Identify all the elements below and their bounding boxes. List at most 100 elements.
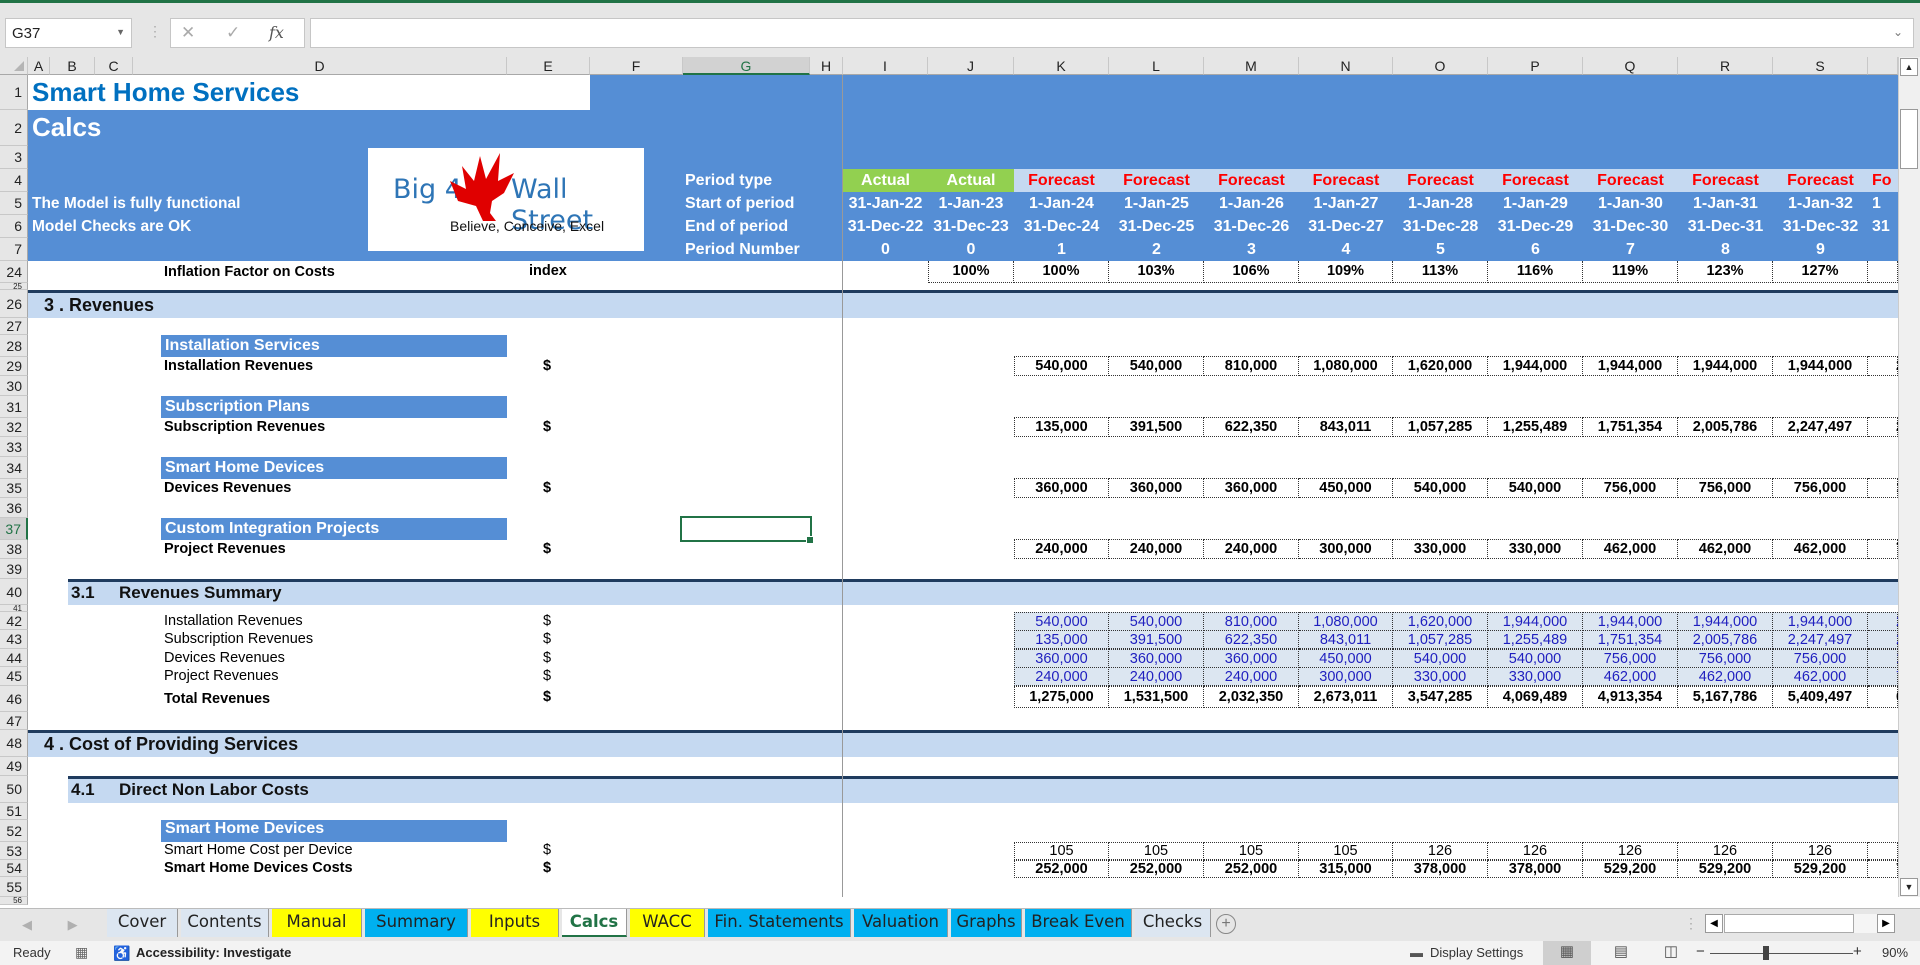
total-revenues-cell[interactable]: 3,547,285 bbox=[1393, 686, 1488, 708]
revenue-value-cell[interactable]: 1,080,000 bbox=[1299, 356, 1393, 376]
cost-value-cell[interactable]: 378,000 bbox=[1393, 860, 1488, 878]
sheet-nav-arrows-icon[interactable]: ◀ ▶ bbox=[22, 917, 94, 933]
column-header-i[interactable]: I bbox=[843, 57, 928, 75]
cost-value-cell[interactable]: 7 bbox=[1868, 860, 1904, 878]
revenue-value-cell[interactable]: 450,000 bbox=[1299, 478, 1393, 498]
cost-value-cell[interactable]: 252,000 bbox=[1109, 860, 1204, 878]
column-header-q[interactable]: Q bbox=[1583, 57, 1678, 75]
row-header-31[interactable]: 31 bbox=[0, 396, 28, 418]
summary-value-cell[interactable]: 240,000 bbox=[1204, 667, 1299, 686]
scroll-up-icon[interactable]: ▲ bbox=[1900, 58, 1918, 76]
row-header-46[interactable]: 46 bbox=[0, 686, 28, 712]
cancel-icon[interactable]: ✕ bbox=[181, 23, 195, 43]
row-header-53[interactable]: 53 bbox=[0, 842, 28, 860]
row-header-38[interactable]: 38 bbox=[0, 540, 28, 559]
revenue-value-cell[interactable]: 462,000 bbox=[1583, 539, 1678, 559]
revenue-value-cell[interactable]: 540,000 bbox=[1393, 478, 1488, 498]
sheet-tab-break-even[interactable]: Break Even bbox=[1025, 909, 1132, 937]
revenue-value-cell[interactable]: 540,000 bbox=[1488, 478, 1583, 498]
scroll-down-icon[interactable]: ▼ bbox=[1900, 878, 1918, 896]
revenue-value-cell[interactable]: 540,000 bbox=[1014, 356, 1109, 376]
revenue-value-cell[interactable]: 330,000 bbox=[1393, 539, 1488, 559]
revenue-value-cell[interactable]: 843,011 bbox=[1299, 417, 1393, 437]
revenue-value-cell[interactable]: 462,000 bbox=[1773, 539, 1868, 559]
revenue-value-cell[interactable]: 1,944,000 bbox=[1773, 356, 1868, 376]
total-revenues-cell[interactable]: 6 bbox=[1868, 686, 1904, 708]
sheet-tab-summary[interactable]: Summary bbox=[365, 909, 468, 937]
revenue-value-cell[interactable]: 622,350 bbox=[1204, 417, 1299, 437]
select-all-button[interactable] bbox=[0, 57, 28, 75]
row-header-54[interactable]: 54 bbox=[0, 860, 28, 877]
revenue-value-cell[interactable]: 2,005,786 bbox=[1678, 417, 1773, 437]
row-header-41[interactable]: 41 bbox=[0, 605, 28, 612]
summary-value-cell[interactable]: 1,944,000 bbox=[1678, 612, 1773, 631]
row-header-24[interactable]: 24 bbox=[0, 261, 28, 283]
summary-value-cell[interactable]: 810,000 bbox=[1204, 612, 1299, 631]
row-header-29[interactable]: 29 bbox=[0, 357, 28, 376]
scroll-left-icon[interactable]: ◀ bbox=[1705, 914, 1723, 933]
revenue-value-cell[interactable]: 2, bbox=[1868, 417, 1908, 437]
column-header-h[interactable]: H bbox=[810, 57, 843, 75]
row-header-43[interactable]: 43 bbox=[0, 630, 28, 649]
zoom-in-button[interactable]: + bbox=[1853, 943, 1862, 960]
sheet-tab-checks[interactable]: Checks bbox=[1135, 909, 1211, 937]
sheet-tab-fin-statements[interactable]: Fin. Statements bbox=[708, 909, 851, 937]
cost-value-cell[interactable] bbox=[1868, 842, 1898, 860]
summary-value-cell[interactable]: 1,944,000 bbox=[1583, 612, 1678, 631]
sheet-tab-manual[interactable]: Manual bbox=[272, 909, 362, 937]
cost-value-cell[interactable]: 315,000 bbox=[1299, 860, 1393, 878]
scroll-right-icon[interactable]: ▶ bbox=[1877, 914, 1895, 933]
revenue-value-cell[interactable]: 756,000 bbox=[1583, 478, 1678, 498]
row-header-44[interactable]: 44 bbox=[0, 649, 28, 667]
summary-value-cell[interactable]: 756,000 bbox=[1773, 649, 1868, 668]
summary-value-cell[interactable]: 540,000 bbox=[1109, 612, 1204, 631]
summary-value-cell[interactable]: 756,000 bbox=[1678, 649, 1773, 668]
summary-value-cell[interactable]: 1,080,000 bbox=[1299, 612, 1393, 631]
summary-value-cell[interactable]: 360,000 bbox=[1109, 649, 1204, 668]
column-header-l[interactable]: L bbox=[1109, 57, 1204, 75]
expand-formula-bar-icon[interactable]: ⌄ bbox=[1893, 25, 1903, 39]
vertical-scrollbar[interactable]: ▲ ▼ bbox=[1898, 57, 1920, 897]
summary-value-cell[interactable]: 1,057,285 bbox=[1393, 630, 1488, 649]
revenue-value-cell[interactable]: 240,000 bbox=[1109, 539, 1204, 559]
column-header-r[interactable]: R bbox=[1678, 57, 1773, 75]
summary-value-cell[interactable]: 540,000 bbox=[1014, 612, 1109, 631]
total-revenues-cell[interactable]: 4,913,354 bbox=[1583, 686, 1678, 708]
cost-value-cell[interactable]: 529,200 bbox=[1583, 860, 1678, 878]
revenue-value-cell[interactable]: 330,000 bbox=[1488, 539, 1583, 559]
summary-value-cell[interactable]: 360,000 bbox=[1014, 649, 1109, 668]
row-header-37[interactable]: 37 bbox=[0, 518, 28, 540]
total-revenues-cell[interactable]: 1,275,000 bbox=[1014, 686, 1109, 708]
summary-value-cell[interactable]: 622,350 bbox=[1204, 630, 1299, 649]
row-header-42[interactable]: 42 bbox=[0, 612, 28, 630]
column-header-f[interactable]: F bbox=[590, 57, 683, 75]
row-header-39[interactable]: 39 bbox=[0, 559, 28, 579]
revenue-value-cell[interactable]: 2,247,497 bbox=[1773, 417, 1868, 437]
revenue-value-cell[interactable]: 1, bbox=[1868, 478, 1908, 498]
revenue-value-cell[interactable]: 756,000 bbox=[1773, 478, 1868, 498]
summary-value-cell[interactable]: 540,000 bbox=[1393, 649, 1488, 668]
revenue-value-cell[interactable]: 756,000 bbox=[1678, 478, 1773, 498]
summary-value-cell[interactable]: 843,011 bbox=[1299, 630, 1393, 649]
row-header-25[interactable]: 25 bbox=[0, 283, 28, 290]
horizontal-scrollbar[interactable]: ◀ ▶ bbox=[1705, 914, 1895, 933]
row-header-6[interactable]: 6 bbox=[0, 215, 28, 238]
revenue-value-cell[interactable]: 540,000 bbox=[1109, 356, 1204, 376]
revenue-value-cell[interactable]: 360,000 bbox=[1204, 478, 1299, 498]
revenue-value-cell[interactable]: 1,620,000 bbox=[1393, 356, 1488, 376]
display-settings-icon[interactable]: ▬ bbox=[1410, 945, 1423, 960]
sheet-tab-contents[interactable]: Contents bbox=[181, 909, 269, 937]
accessibility-status[interactable]: Accessibility: Investigate bbox=[136, 945, 291, 960]
column-header-k[interactable]: K bbox=[1014, 57, 1109, 75]
cost-value-cell[interactable]: 529,200 bbox=[1678, 860, 1773, 878]
total-revenues-cell[interactable]: 2,032,350 bbox=[1204, 686, 1299, 708]
name-box[interactable]: G37 ▼ bbox=[5, 18, 132, 48]
summary-value-cell[interactable]: 1,944,000 bbox=[1488, 612, 1583, 631]
revenue-value-cell[interactable]: 7 bbox=[1868, 539, 1904, 559]
total-revenues-cell[interactable]: 5,167,786 bbox=[1678, 686, 1773, 708]
row-header-1[interactable]: 1 bbox=[0, 75, 28, 110]
summary-value-cell[interactable]: 1,255,489 bbox=[1488, 630, 1583, 649]
summary-value-cell[interactable]: 2,005,786 bbox=[1678, 630, 1773, 649]
add-sheet-icon[interactable]: + bbox=[1216, 914, 1236, 934]
row-header-51[interactable]: 51 bbox=[0, 803, 28, 820]
